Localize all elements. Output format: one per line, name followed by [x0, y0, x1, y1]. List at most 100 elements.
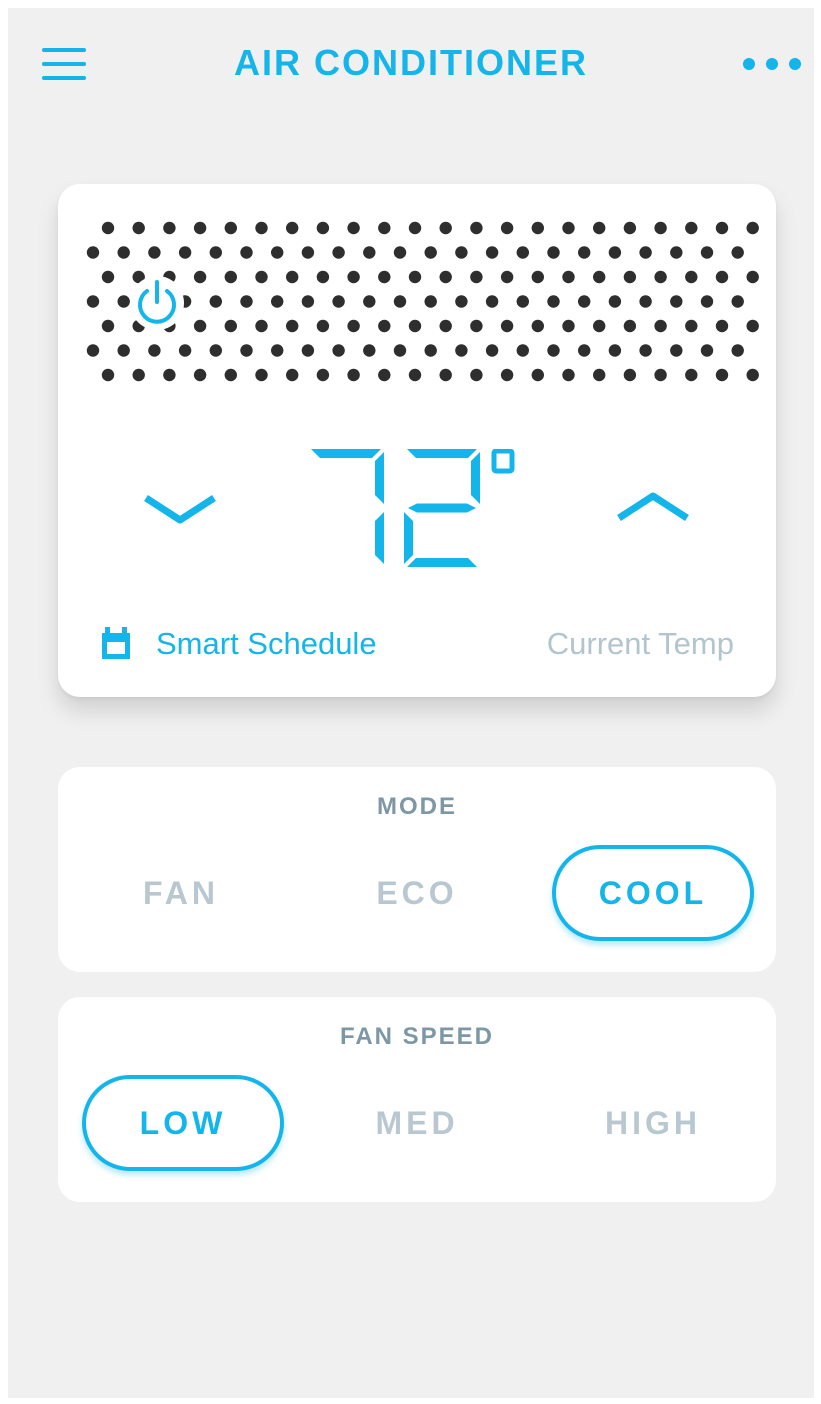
temperature-digit-segment [404, 512, 413, 564]
grille-dot [685, 221, 698, 235]
grille-dot [117, 246, 130, 259]
mode-title: MODE [377, 793, 457, 820]
grille-dot [470, 368, 483, 382]
grille-dot [240, 295, 253, 308]
mode-fan-button[interactable]: FAN [80, 845, 282, 941]
grille-dot [271, 295, 284, 308]
grille-dot [455, 246, 468, 259]
grille-dot [485, 246, 499, 259]
grille-dot [639, 246, 652, 259]
grille-dot [378, 270, 391, 284]
grille-dot [301, 295, 315, 308]
smart-schedule-link[interactable]: Smart Schedule [102, 624, 377, 664]
grille-dot [547, 246, 560, 259]
grille-dot [301, 246, 315, 259]
grille-dot [132, 221, 145, 235]
grille-dot [623, 319, 637, 333]
power-button[interactable] [130, 276, 184, 330]
grille-dot [86, 246, 100, 259]
speed-med-button[interactable]: MED [316, 1075, 518, 1171]
grille-dot [224, 221, 237, 235]
grille-dot [378, 319, 391, 333]
grille-dot [209, 344, 222, 357]
temperature-down-button[interactable] [140, 479, 220, 539]
grille-dot [347, 319, 360, 333]
grille-dot [623, 270, 637, 284]
grille-dot [531, 319, 544, 333]
more-options-icon[interactable] [743, 58, 801, 72]
grille-dot [286, 319, 299, 333]
grille-dot [240, 246, 253, 259]
grille-dot [715, 221, 729, 235]
grille-dot [301, 344, 315, 357]
grille-dot [286, 221, 299, 235]
grille-dot [117, 344, 130, 357]
grille-dot [531, 270, 544, 284]
grille-dot [593, 319, 606, 333]
grille-dot [224, 270, 237, 284]
grille-dot [654, 319, 667, 333]
grille-dot [715, 319, 729, 333]
temperature-up-button[interactable] [613, 477, 693, 537]
grille-dot [271, 344, 284, 357]
speed-low-button[interactable]: LOW [82, 1075, 284, 1171]
grille-dot [746, 270, 759, 284]
grille-dot [715, 270, 729, 284]
grille-dot [608, 344, 622, 357]
grille-dot [685, 368, 698, 382]
grille-dot [163, 221, 176, 235]
grille-dot [700, 295, 714, 308]
grille-dot [516, 344, 529, 357]
grille-dot [670, 295, 683, 308]
app-header: AIR CONDITIONER [8, 8, 814, 118]
grille-dot [593, 221, 606, 235]
grille-dot [132, 368, 145, 382]
mode-eco-button[interactable]: ECO [316, 845, 518, 941]
grille-dot [639, 295, 652, 308]
app-screen: AIR CONDITIONER 72 [8, 8, 814, 1398]
grille-dot [654, 221, 667, 235]
speed-high-button[interactable]: HIGH [552, 1075, 754, 1171]
grille-dot [439, 368, 452, 382]
grille-dot [347, 368, 360, 382]
grille-dot [623, 368, 637, 382]
grille-dot [578, 344, 591, 357]
grille-dot [685, 270, 698, 284]
grille-dot [332, 295, 345, 308]
grille-dot [439, 270, 452, 284]
grille-dot [240, 344, 253, 357]
grille-dot [316, 221, 330, 235]
grille-dot [255, 368, 268, 382]
grille-dot [101, 270, 115, 284]
grille-dot [593, 368, 606, 382]
smart-schedule-label: Smart Schedule [156, 626, 377, 661]
grille-dot [547, 295, 560, 308]
grille-dot [562, 221, 575, 235]
grille-dot [101, 221, 115, 235]
grille-dot [654, 368, 667, 382]
grille-dot [347, 221, 360, 235]
grille-dot [700, 344, 714, 357]
grille-dot [193, 319, 207, 333]
grille-dot [363, 295, 376, 308]
grille-dot [746, 319, 759, 333]
temperature-digit-segment [407, 449, 477, 458]
grille-dot [746, 221, 759, 235]
grille-dot [439, 319, 452, 333]
grille-dot [286, 270, 299, 284]
grille-dot [148, 246, 161, 259]
grille-dot [470, 319, 483, 333]
grille-dot [378, 221, 391, 235]
fan-speed-title: FAN SPEED [339, 1023, 495, 1050]
mode-panel: MODE FAN ECO COOL [58, 767, 776, 972]
grille-dot [470, 270, 483, 284]
grille-dot [654, 270, 667, 284]
grille-dot [731, 295, 744, 308]
grille-dot [393, 344, 407, 357]
temperature-digit-segment [408, 503, 476, 513]
grille-dot [608, 295, 622, 308]
grille-dot [424, 246, 437, 259]
mode-cool-button[interactable]: COOL [552, 845, 754, 941]
grille-dot [531, 221, 544, 235]
grille-dot [178, 344, 192, 357]
